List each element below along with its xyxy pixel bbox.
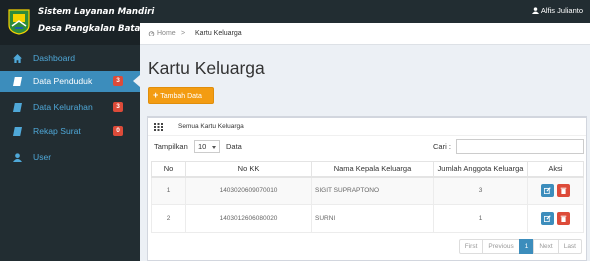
cell-no-kk: 1403012606080020 [185, 204, 312, 233]
delete-button[interactable] [557, 184, 571, 198]
brand[interactable]: Sistem Layanan Mandiri Desa Pangkalan Ba… [0, 0, 154, 45]
book-icon [13, 77, 22, 86]
pagination-current-page[interactable]: 1 [518, 239, 535, 254]
sidebar-item-label: Data Kelurahan [33, 102, 93, 112]
table-row: 1 1403020609070010 SIGIT SUPRAPTONO 3 [151, 176, 584, 205]
book-icon [13, 127, 22, 136]
box-title: Semua Kartu Keluarga [178, 123, 244, 130]
cell-no: 2 [151, 204, 186, 233]
cell-aksi [527, 204, 584, 233]
user-menu[interactable]: Alfis Julianto [531, 6, 583, 15]
sidebar-item-data-kelurahan[interactable]: Data Kelurahan 3 [0, 97, 140, 118]
home-icon [13, 54, 22, 63]
box-header: Semua Kartu Keluarga [148, 118, 586, 136]
add-data-button[interactable]: + Tambah Data [148, 87, 214, 104]
cell-nama: SIGIT SUPRAPTONO [311, 176, 434, 205]
trash-icon [561, 215, 567, 222]
count-badge: 3 [113, 102, 123, 112]
kk-table-box: Semua Kartu Keluarga Tampilkan 10 Data C… [147, 116, 587, 261]
add-data-label: Tambah Data [160, 93, 202, 100]
brand-title: Sistem Layanan Mandiri [38, 7, 155, 17]
column-header-jumlah[interactable]: Jumlah Anggota Keluarga [433, 161, 528, 178]
pagination-last[interactable]: Last [557, 239, 582, 254]
count-badge: 3 [113, 76, 123, 86]
column-header-no-kk[interactable]: No KK [185, 161, 312, 178]
cell-aksi [527, 176, 584, 205]
sidebar-item-data-penduduk[interactable]: Data Penduduk 3 [0, 71, 140, 92]
column-header-nama[interactable]: Nama Kepala Keluarga [311, 161, 434, 178]
delete-button[interactable] [557, 212, 571, 225]
sidebar-item-label: User [33, 152, 52, 162]
user-name: Alfis Julianto [540, 6, 583, 15]
sidebar-item-label: Data Penduduk [33, 76, 93, 86]
grid-icon [154, 123, 163, 131]
breadcrumb: Home > Kartu Keluarga [140, 23, 590, 45]
sidebar-item-label: Dashboard [33, 53, 76, 63]
pagination: First Previous 1 Next Last [458, 239, 582, 254]
sidebar: Dashboard Data Penduduk 3 Data Kelurahan… [0, 45, 140, 261]
column-header-aksi: Aksi [527, 161, 584, 178]
edit-button[interactable] [540, 184, 554, 198]
column-header-no[interactable]: No [151, 161, 186, 178]
cell-no-kk: 1403020609070010 [185, 176, 312, 205]
breadcrumb-separator: > [181, 30, 186, 37]
breadcrumb-home-label: Home [157, 30, 176, 37]
pagination-next[interactable]: Next [533, 239, 559, 254]
plus-icon: + [153, 90, 159, 100]
breadcrumb-home[interactable]: Home [148, 30, 176, 37]
cell-no: 1 [151, 176, 186, 205]
page-title: Kartu Keluarga [148, 58, 265, 78]
sidebar-item-user[interactable]: User [0, 147, 140, 168]
cell-jumlah: 3 [433, 176, 528, 205]
brand-subtitle: Desa Pangkalan Batang [38, 24, 153, 34]
trash-icon [561, 187, 567, 195]
sidebar-item-dashboard[interactable]: Dashboard [0, 48, 140, 69]
search-input[interactable] [456, 139, 584, 154]
show-entries-label: Tampilkan [154, 142, 188, 151]
entries-per-page-select[interactable]: 10 [194, 140, 220, 153]
sidebar-item-rekap-surat[interactable]: Rekap Surat 0 [0, 121, 140, 142]
cell-nama: SURNI [311, 204, 434, 233]
user-icon [531, 7, 539, 14]
edit-icon [543, 187, 551, 195]
breadcrumb-current: Kartu Keluarga [195, 30, 242, 37]
pagination-previous[interactable]: Previous [482, 239, 520, 254]
book-icon [13, 103, 22, 112]
sidebar-item-label: Rekap Surat [33, 126, 81, 136]
table-row: 2 1403012606080020 SURNI 1 [151, 204, 584, 233]
table-header-row: No No KK Nama Kepala Keluarga Jumlah Ang… [151, 161, 584, 178]
pagination-first[interactable]: First [458, 239, 484, 254]
search-label: Cari : [433, 142, 451, 151]
edit-icon [543, 215, 551, 222]
edit-button[interactable] [540, 212, 554, 225]
kk-table: No No KK Nama Kepala Keluarga Jumlah Ang… [151, 161, 584, 233]
count-badge: 0 [113, 126, 123, 136]
dashboard-icon [148, 31, 155, 37]
logo-icon [8, 9, 30, 35]
cell-jumlah: 1 [433, 204, 528, 233]
entries-suffix-label: Data [226, 142, 242, 151]
user-icon [13, 153, 22, 162]
